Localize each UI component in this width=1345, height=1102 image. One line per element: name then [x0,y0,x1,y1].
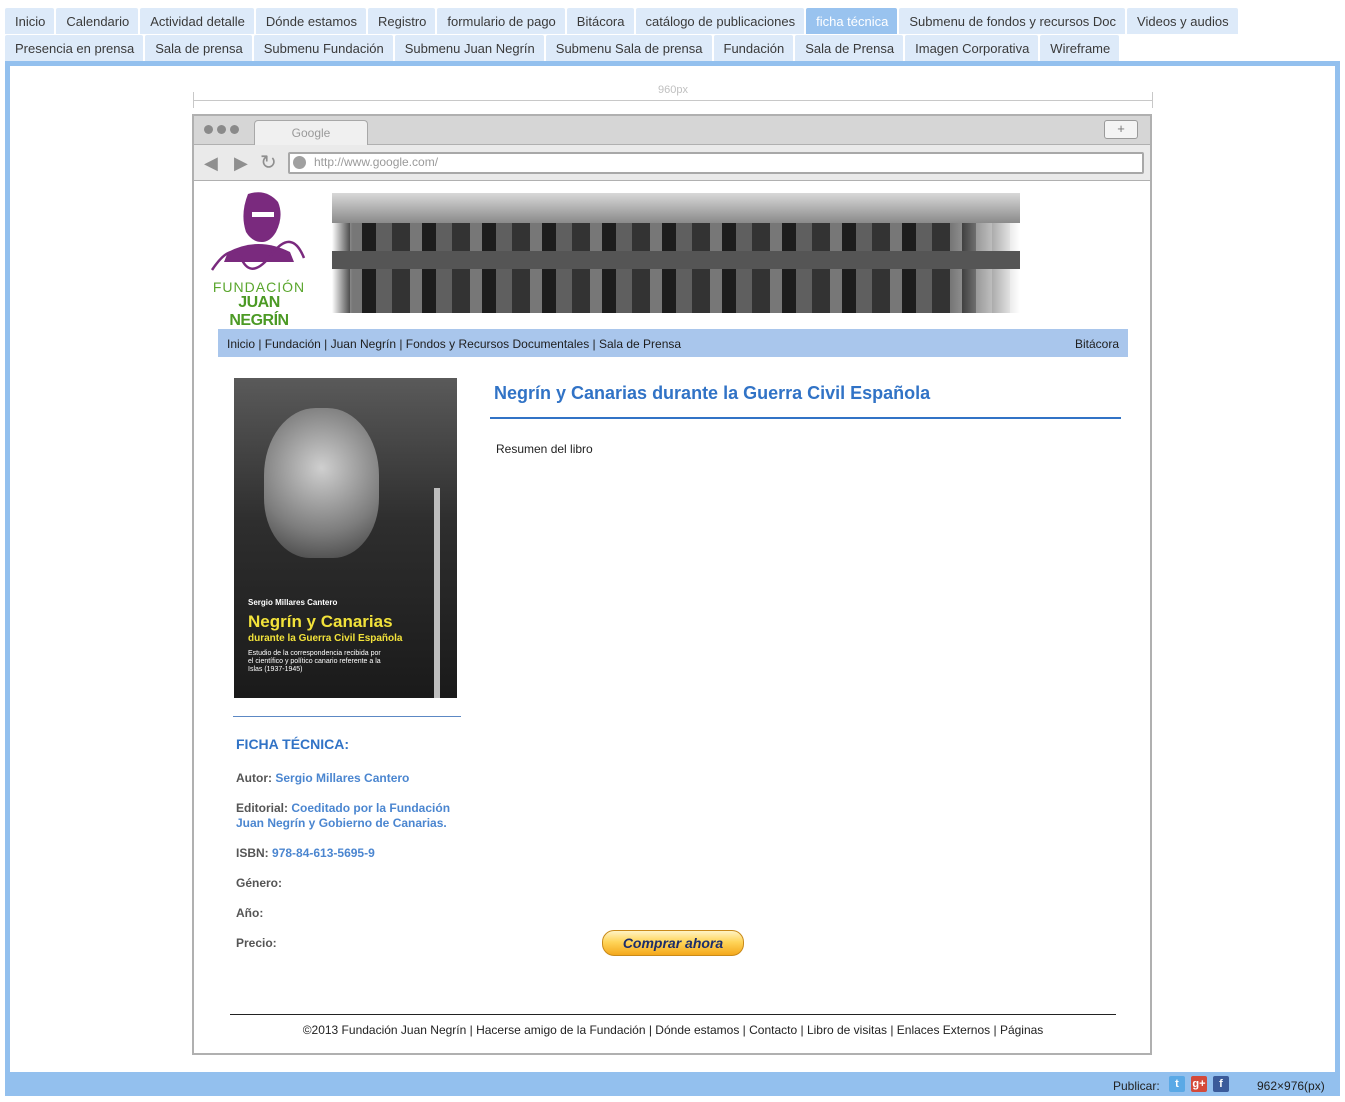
new-tab-button[interactable]: + [1104,120,1138,139]
spec-precio: Precio: [236,936,456,951]
spec-label: Autor: [236,771,272,785]
spec-label: Año: [236,906,264,920]
page-tabs-row-2: Presencia en prensa Sala de prensa Submenu… [5,35,1120,61]
page-tab-ficha-técnica[interactable]: ficha técnica [806,8,898,34]
logo-line-2: JUAN NEGRÍN [229,294,289,329]
logo-line-1: FUNDACIÓN [212,279,306,295]
site-nav-links[interactable]: Inicio | Fundación | Juan Negrín | Fondo… [227,337,681,351]
site-info-icon [293,156,306,169]
window-dot-icon [230,125,239,134]
page-tab-catálogo-de-publicaciones[interactable]: catálogo de publicaciones [635,8,805,34]
browser-mockup: Google + ◀ ▶ ↻ http://www.google.com/ FU… [192,114,1152,1055]
page-tab-formulario-de-pago[interactable]: formulario de pago [437,8,565,34]
ruler-label: 960px [658,84,688,96]
page-tab-fundación[interactable]: Fundación [713,35,794,61]
book-title: Negrín y Canarias durante la Guerra Civi… [494,383,931,403]
page-tab-submenu-sala-de-prensa[interactable]: Submenu Sala de prensa [545,35,712,61]
page-tab-submenu-fundación[interactable]: Submenu Fundación [253,35,393,61]
site-nav-bitacora[interactable]: Bitácora [1075,337,1119,351]
spec-value-autor[interactable]: Sergio Millares Cantero [275,771,409,785]
site-nav-bar: Inicio | Fundación | Juan Negrín | Fondo… [218,329,1128,357]
book-cover-image: Sergio Millares Cantero Negrín y Canaria… [234,378,457,698]
divider [233,716,461,717]
spec-anio: Año: [236,906,456,921]
page-tab-calendario[interactable]: Calendario [56,8,139,34]
spec-label: ISBN: [236,846,269,860]
cover-description: Estudio de la correspondencia recibida p… [248,650,381,673]
browser-tab-bar: Google + [194,116,1150,145]
page-tab-submenu-de-fondos-y-recursos-doc[interactable]: Submenu de fondos y recursos Doc [899,8,1126,34]
title-underline [490,417,1121,419]
window-dot-icon [204,125,213,134]
dimensions-readout: 962×976(px) [1257,1079,1325,1093]
page-tab-actividad-detalle[interactable]: Actividad detalle [140,8,254,34]
page-tab-inicio[interactable]: Inicio [5,8,55,34]
cover-subtitle: durante la Guerra Civil Española [248,633,403,644]
browser-tab[interactable]: Google [254,120,368,145]
url-input[interactable]: http://www.google.com/ [288,152,1144,174]
spec-editorial: Editorial: Coeditado por la Fundación Ju… [236,801,456,831]
page-tab-imagen-corporativa[interactable]: Imagen Corporativa [905,35,1039,61]
fundacion-logo[interactable]: FUNDACIÓN JUAN NEGRÍN [208,190,310,329]
page-tab-sala-de-prensa[interactable]: Sala de Prensa [795,35,904,61]
spec-autor: Autor: Sergio Millares Cantero [236,771,456,786]
header-photo-banner [332,193,1020,313]
browser-address-bar: ◀ ▶ ↻ http://www.google.com/ [194,145,1150,181]
spec-isbn: ISBN: 978-84-613-5695-9 [236,846,456,861]
page-tab-videos-y-audios[interactable]: Videos y audios [1127,8,1238,34]
page-tab-sala-de-prensa[interactable]: Sala de prensa [145,35,252,61]
page-tabs-row-1: Inicio Calendario Actividad detalle Dónde e… [5,8,1238,34]
page-tab-presencia-en-prensa[interactable]: Presencia en prensa [5,35,144,61]
buy-now-button[interactable]: Comprar ahora [602,930,744,956]
footer-divider [230,1014,1116,1015]
back-arrow-icon[interactable]: ◀ [204,153,218,174]
spec-label: Editorial: [236,801,289,815]
forward-arrow-icon[interactable]: ▶ [234,153,248,174]
twitter-icon[interactable]: t [1169,1076,1185,1092]
cover-title: Negrín y Canarias [248,612,393,631]
page-tab-bitácora[interactable]: Bitácora [566,8,634,34]
status-bar: Publicar: t g+ f 962×976(px) [5,1072,1340,1096]
reload-icon[interactable]: ↻ [260,150,277,175]
width-ruler: 960px [193,84,1153,108]
page-tab-submenu-juan-negrín[interactable]: Submenu Juan Negrín [394,35,544,61]
facebook-icon[interactable]: f [1213,1076,1229,1092]
spec-genero: Género: [236,876,456,891]
page-tab-dónde-estamos[interactable]: Dónde estamos [255,8,366,34]
url-text: http://www.google.com/ [314,155,439,169]
ficha-heading: FICHA TÉCNICA: [236,736,350,752]
page-tab-registro[interactable]: Registro [367,8,436,34]
cover-author: Sergio Millares Cantero [248,598,338,607]
page-tab-wireframe[interactable]: Wireframe [1040,35,1120,61]
window-dot-icon [217,125,226,134]
google-plus-icon[interactable]: g+ [1191,1076,1207,1092]
book-summary: Resumen del libro [496,442,593,456]
publicar-label: Publicar: [1113,1079,1160,1093]
site-footer-links[interactable]: ©2013 Fundación Juan Negrín | Hacerse am… [230,1023,1116,1037]
portrait-logo-icon [210,192,306,271]
spec-label: Precio: [236,936,277,950]
spec-value-isbn[interactable]: 978-84-613-5695-9 [272,846,375,860]
spec-label: Género: [236,876,283,890]
